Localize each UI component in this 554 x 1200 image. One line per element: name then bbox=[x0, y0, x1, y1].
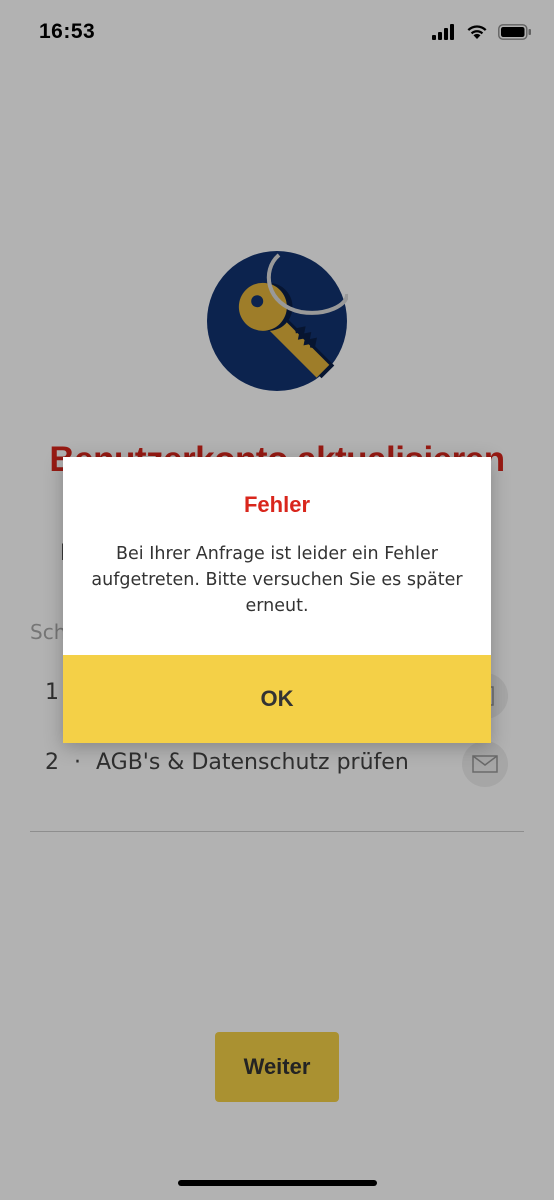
dialog-message: Bei Ihrer Anfrage ist leider ein Fehler … bbox=[91, 544, 463, 616]
ok-button[interactable]: OK bbox=[63, 655, 491, 743]
dialog-title: Fehler bbox=[243, 492, 311, 517]
home-indicator[interactable] bbox=[178, 1180, 377, 1186]
error-dialog: Fehler Bei Ihrer Anfrage ist leider ein … bbox=[63, 457, 491, 743]
app-screen: 16:53 Benutzerkonto ak bbox=[0, 0, 554, 1200]
